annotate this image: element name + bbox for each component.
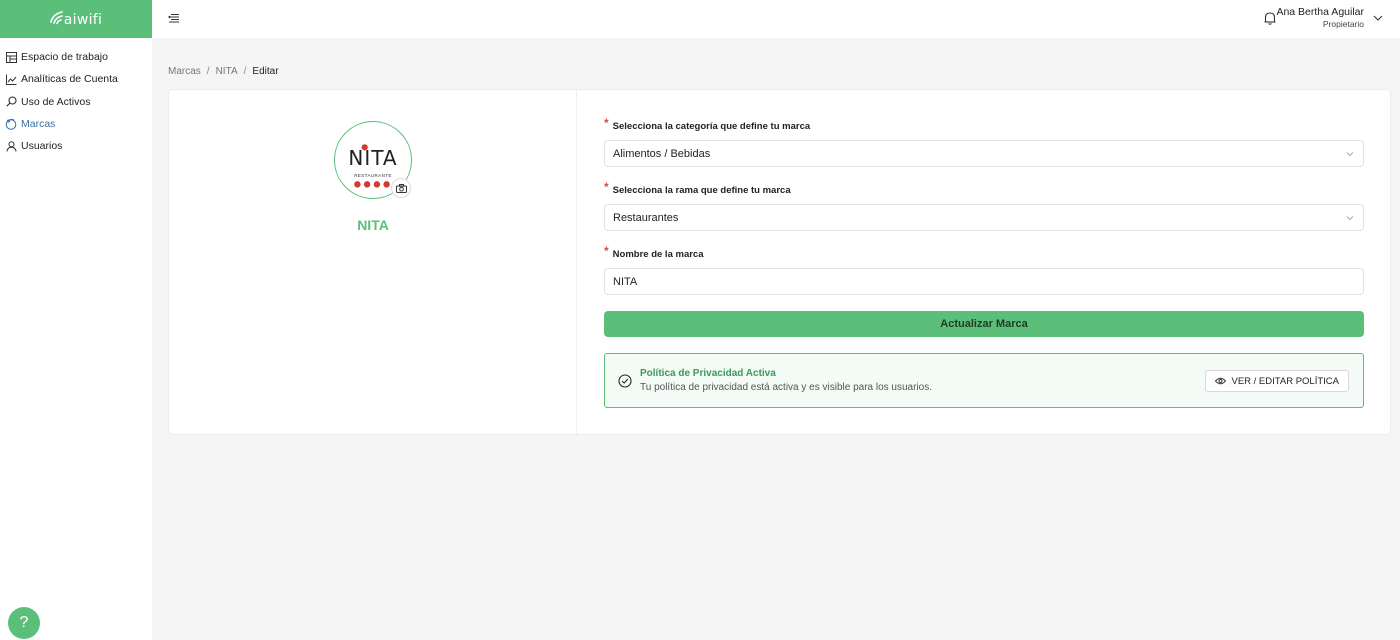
topbar: Ana Bertha Aguilar Propietario: [152, 0, 1400, 38]
sidebar: aiwifi Espacio de trabajo Analíticas de …: [0, 0, 152, 640]
required-marker: *: [604, 180, 609, 194]
sidebar-item-label: Espacio de trabajo: [21, 51, 108, 64]
view-edit-policy-label: VER / EDITAR POLÍTICA: [1231, 375, 1339, 387]
search-icon: [5, 96, 17, 108]
category-label: * Selecciona la categoría que define tu m…: [604, 116, 811, 132]
view-edit-policy-button[interactable]: VER / EDITAR POLÍTICA: [1205, 370, 1349, 392]
chevron-down-icon: [1346, 216, 1354, 221]
chevron-down-icon[interactable]: [1372, 12, 1384, 24]
breadcrumb-link-brand[interactable]: NITA: [216, 66, 238, 77]
breadcrumb-separator: /: [243, 66, 247, 77]
sidebar-nav: Espacio de trabajo Analíticas de Cuenta …: [0, 38, 152, 157]
eye-icon: [1215, 377, 1227, 385]
sidebar-item-label: Usuarios: [21, 140, 63, 153]
brand-icon: [5, 118, 17, 130]
upload-photo-button[interactable]: [391, 178, 411, 198]
branch-select[interactable]: Restaurantes: [604, 204, 1364, 231]
sidebar-item-assets[interactable]: Uso de Activos: [0, 91, 152, 113]
branch-label: * Selecciona la rama que define tu marca: [604, 180, 791, 196]
category-select-value: Alimentos / Bebidas: [613, 147, 711, 160]
chart-icon: [5, 73, 17, 85]
breadcrumb-link-brands[interactable]: Marcas: [168, 66, 201, 77]
sidebar-item-brands[interactable]: Marcas: [0, 113, 152, 135]
brand-name-label-text: Nombre de la marca: [612, 249, 704, 260]
breadcrumb-current: Editar: [252, 66, 279, 77]
chevron-down-icon: [1346, 152, 1354, 157]
policy-description: Tu política de privacidad está activa y …: [640, 382, 932, 393]
workspace-icon: [5, 51, 17, 63]
branch-label-text: Selecciona la rama que define tu marca: [612, 185, 791, 196]
breadcrumb-separator: /: [206, 66, 210, 77]
sidebar-item-analytics[interactable]: Analíticas de Cuenta: [0, 68, 152, 90]
required-marker: *: [604, 244, 609, 258]
sidebar-item-users[interactable]: Usuarios: [0, 135, 152, 157]
sidebar-item-label: Uso de Activos: [21, 95, 91, 108]
user-menu[interactable]: Ana Bertha Aguilar Propietario: [1276, 6, 1364, 29]
required-marker: *: [604, 116, 609, 130]
policy-title: Política de Privacidad Activa: [640, 368, 776, 379]
sidebar-item-label: Marcas: [21, 118, 56, 131]
user-icon: [5, 140, 17, 152]
brand-name-input[interactable]: [604, 268, 1364, 295]
aiwifi-logo: aiwifi: [49, 10, 103, 28]
sidebar-item-label: Analíticas de Cuenta: [21, 73, 118, 86]
brand-profile: NITA RESTAURANTE NITA: [169, 90, 577, 434]
help-label: ?: [19, 614, 29, 631]
menu-toggle-icon[interactable]: [168, 12, 180, 24]
help-button[interactable]: ?: [8, 607, 40, 639]
branch-select-value: Restaurantes: [613, 211, 679, 224]
logo-text: aiwifi: [63, 11, 103, 28]
user-name: Ana Bertha Aguilar: [1276, 6, 1364, 18]
avatar-logo-word: NITA: [348, 146, 398, 170]
category-label-text: Selecciona la categoría que define tu ma…: [612, 121, 811, 132]
check-circle-icon: [618, 374, 632, 388]
category-select[interactable]: Alimentos / Bebidas: [604, 140, 1364, 167]
update-brand-button[interactable]: Actualizar Marca: [604, 311, 1364, 337]
sidebar-item-workspace[interactable]: Espacio de trabajo: [0, 46, 152, 68]
brand-edit-card: NITA RESTAURANTE NITA * Selecciona la cat…: [168, 89, 1391, 435]
breadcrumb: Marcas / NITA / Editar: [168, 66, 279, 77]
camera-icon: [395, 183, 407, 193]
brand-name-heading: NITA: [357, 217, 389, 233]
logo-area[interactable]: aiwifi: [0, 0, 152, 38]
privacy-policy-banner: Política de Privacidad Activa Tu polític…: [604, 353, 1364, 408]
user-role: Propietario: [1322, 19, 1364, 29]
brand-name-label: * Nombre de la marca: [604, 244, 704, 260]
